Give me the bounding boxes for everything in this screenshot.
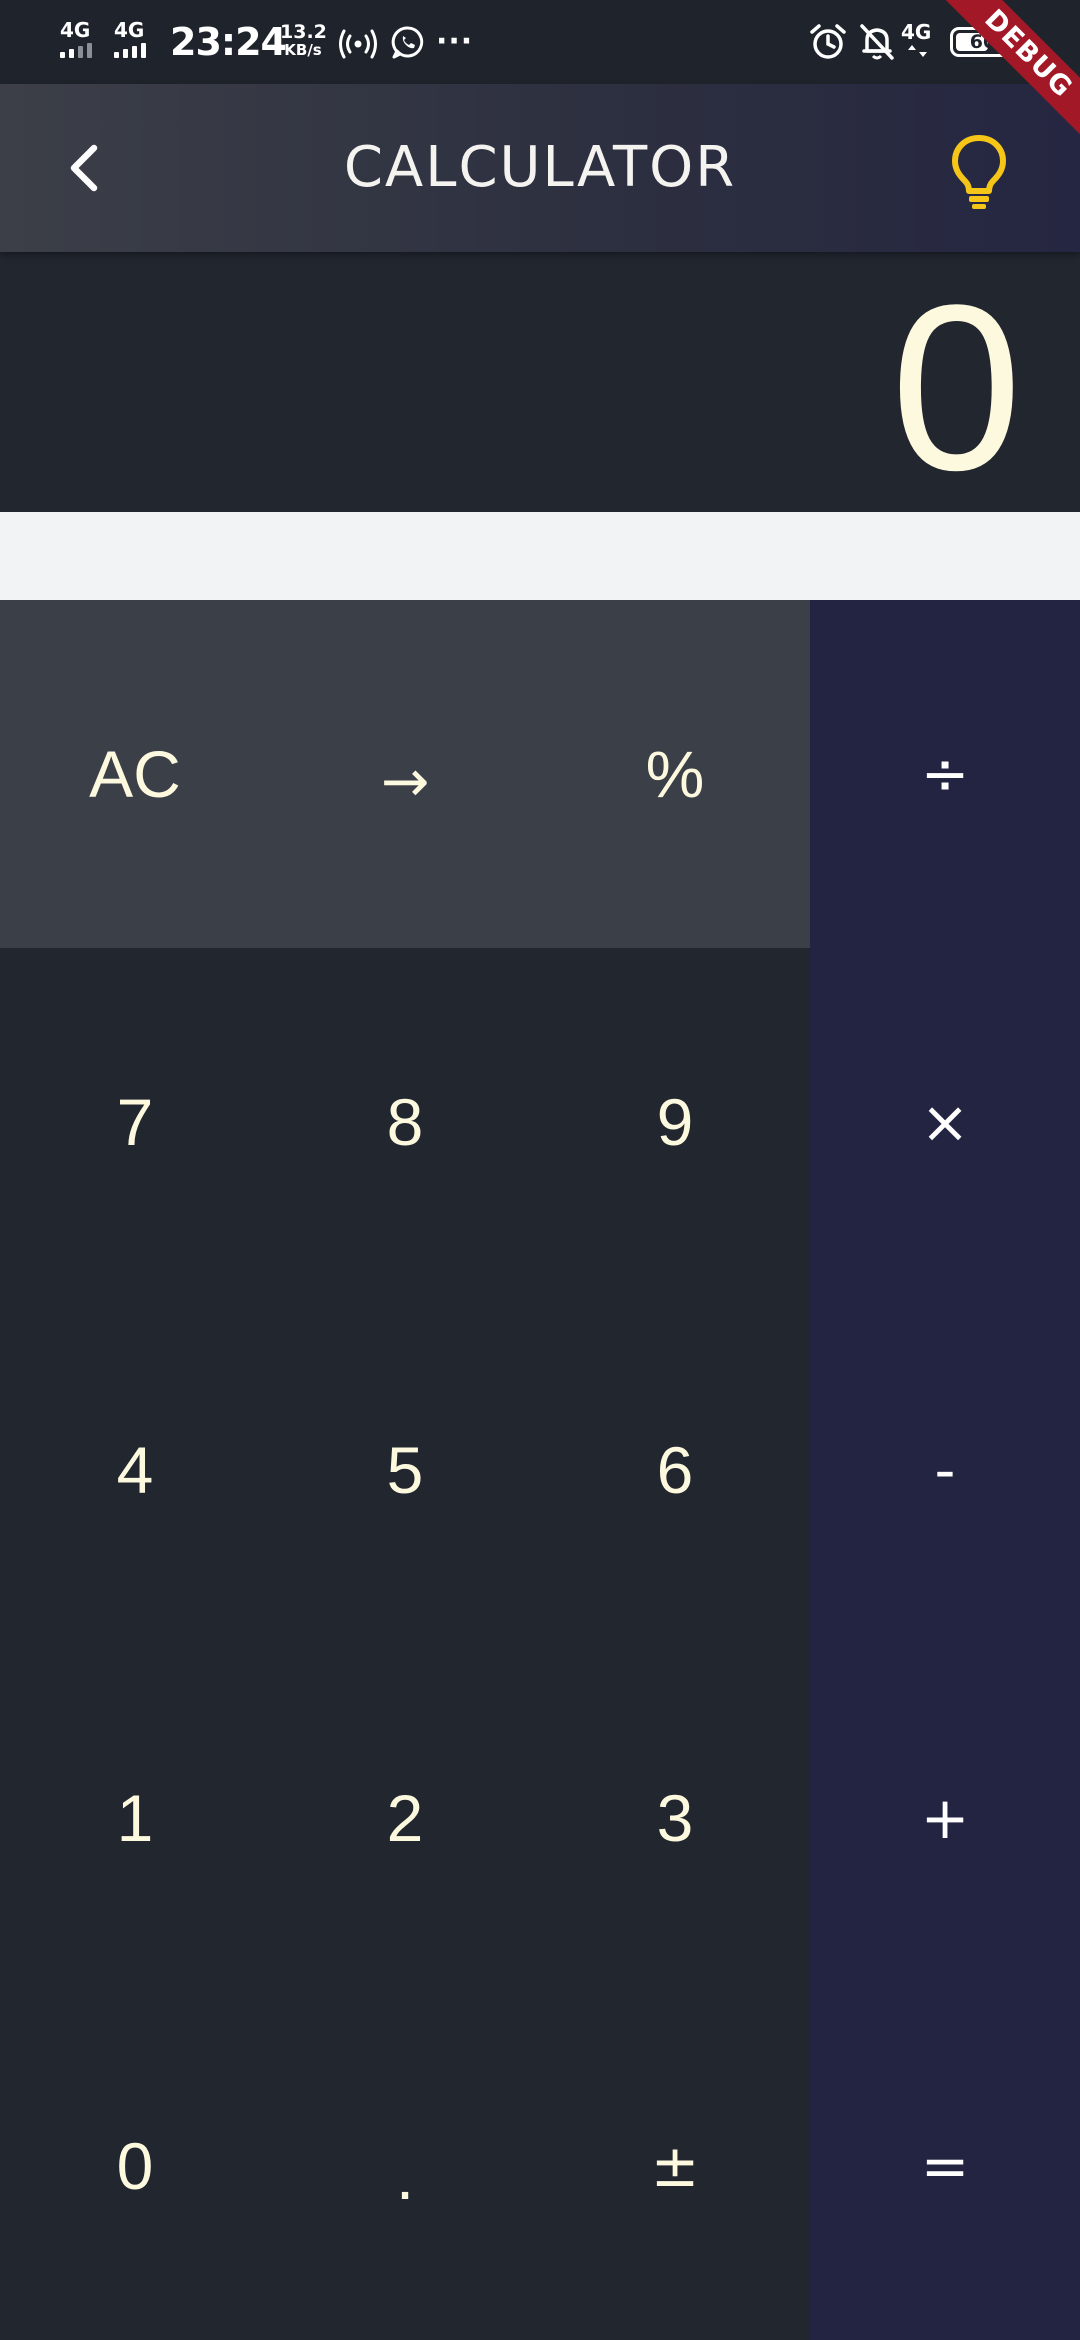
toggle-sign-button[interactable]: ± — [540, 1992, 810, 2340]
digit-2-button[interactable]: 2 — [270, 1644, 540, 1992]
digit-8-label: 8 — [386, 1085, 424, 1159]
backspace-button[interactable]: → — [270, 600, 540, 948]
sim1-network-label: 4G — [60, 18, 91, 42]
decimal-point-label: . — [395, 2139, 415, 2213]
battery-icon: 60 — [950, 27, 1021, 57]
display-value: 0 — [890, 256, 1022, 520]
all-clear-button[interactable]: AC — [0, 600, 270, 948]
digit-9-button[interactable]: 9 — [540, 948, 810, 1296]
percent-label: % — [645, 737, 705, 811]
theme-toggle-button[interactable] — [944, 132, 1014, 212]
digit-6-button[interactable]: 6 — [540, 1296, 810, 1644]
lightbulb-icon — [952, 135, 1006, 209]
sim2-signal-bars-icon — [112, 42, 156, 58]
backspace-label: → — [380, 747, 430, 815]
back-button[interactable] — [54, 136, 118, 200]
mobile-data-indicator: 4G — [901, 22, 941, 62]
add-button[interactable]: + — [810, 1644, 1080, 1992]
digit-3-label: 3 — [656, 1781, 694, 1855]
digit-0-button[interactable]: 0 — [0, 1992, 270, 2340]
digit-5-button[interactable]: 5 — [270, 1296, 540, 1644]
sim2-network-label: 4G — [114, 18, 145, 42]
digit-7-label: 7 — [116, 1085, 154, 1159]
digit-5-label: 5 — [386, 1433, 424, 1507]
sim1-signal-bars-icon — [58, 42, 102, 58]
digit-4-button[interactable]: 4 — [0, 1296, 270, 1644]
data-arrows-icon — [908, 45, 927, 57]
decimal-point-button[interactable]: . — [270, 1992, 540, 2340]
digit-1-button[interactable]: 1 — [0, 1644, 270, 1992]
battery-percentage: 60 — [969, 31, 997, 53]
whatsapp-icon — [391, 26, 424, 59]
expression-strip — [0, 512, 1080, 600]
subtract-label: - — [934, 1436, 956, 1504]
digit-9-label: 9 — [656, 1085, 694, 1159]
subtract-button[interactable]: - — [810, 1296, 1080, 1644]
sim2-signal: 4G — [112, 20, 156, 60]
digit-1-label: 1 — [116, 1781, 154, 1855]
digit-2-label: 2 — [386, 1781, 424, 1855]
sim1-signal: 4G — [58, 20, 102, 60]
divide-button[interactable]: ÷ — [810, 600, 1080, 948]
all-clear-label: AC — [89, 737, 181, 811]
network-speed-unit: KB/s — [284, 41, 322, 59]
add-label: + — [920, 1784, 970, 1852]
app-bar: CALCULATOR — [0, 84, 1080, 252]
digit-0-label: 0 — [116, 2129, 154, 2203]
mobile-data-label: 4G — [901, 20, 932, 44]
status-time: 23:24 — [170, 20, 287, 64]
network-speed: 13.2 KB/s — [280, 21, 327, 59]
notifications-off-icon — [860, 24, 894, 60]
digit-8-button[interactable]: 8 — [270, 948, 540, 1296]
equals-label: = — [920, 2132, 970, 2200]
status-bar: 4G 4G 23:24 13.2 KB/s ··· 4G 60 — [0, 0, 1080, 84]
percent-button[interactable]: % — [540, 600, 810, 948]
hotspot-icon — [339, 29, 377, 59]
battery-nub — [1017, 37, 1021, 47]
digit-4-label: 4 — [116, 1433, 154, 1507]
digit-6-label: 6 — [656, 1433, 694, 1507]
page-title: CALCULATOR — [343, 135, 737, 200]
equals-button[interactable]: = — [810, 1992, 1080, 2340]
multiply-button[interactable]: × — [810, 948, 1080, 1296]
chevron-left-icon — [70, 144, 98, 192]
toggle-sign-label: ± — [650, 2132, 700, 2200]
divide-label: ÷ — [920, 740, 970, 808]
more-notifications-icon: ··· — [436, 24, 474, 59]
keypad: AC → % ÷ 7 8 9 × 4 5 6 - 1 2 3 + 0 . ± = — [0, 600, 1080, 2340]
multiply-label: × — [920, 1088, 970, 1156]
network-speed-value: 13.2 — [280, 21, 327, 43]
digit-3-button[interactable]: 3 — [540, 1644, 810, 1992]
result-display: 0 — [0, 252, 1080, 518]
alarm-icon — [810, 24, 846, 59]
digit-7-button[interactable]: 7 — [0, 948, 270, 1296]
